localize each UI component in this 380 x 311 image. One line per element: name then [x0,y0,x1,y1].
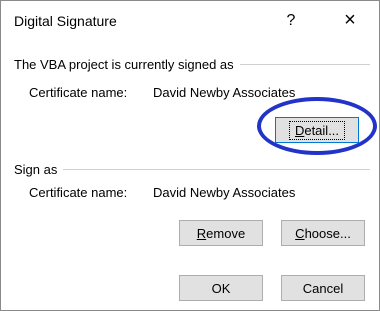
remove-button[interactable]: Remove [179,220,263,246]
sign-as-cert-label: Certificate name: [29,185,128,200]
help-button[interactable]: ? [281,9,301,33]
digital-signature-dialog: Digital Signature ? × The VBA project is… [0,0,380,311]
close-button[interactable]: × [337,7,363,33]
choose-button-label: Choose... [295,225,351,241]
dialog-title: Digital Signature [14,13,117,29]
sign-as-cert-value: David Newby Associates [153,185,296,200]
ok-button[interactable]: OK [179,275,263,301]
remove-button-label: Remove [196,225,246,241]
ok-button-label: OK [211,280,231,296]
detail-button-label: Detail... [288,120,346,140]
choose-button[interactable]: Choose... [281,220,365,246]
title-bar: Digital Signature ? × [1,1,379,41]
signed-group-label: The VBA project is currently signed as [14,56,234,72]
sign-as-group-label: Sign as [14,161,58,177]
sign-as-group-header: Sign as [14,160,370,178]
group-divider [63,168,370,170]
signed-group-header: The VBA project is currently signed as [14,55,370,73]
group-divider [239,63,370,65]
cancel-button[interactable]: Cancel [281,275,365,301]
cancel-button-label: Cancel [302,280,344,296]
signed-cert-value: David Newby Associates [153,85,296,100]
detail-button[interactable]: Detail... [275,117,359,143]
signed-cert-label: Certificate name: [29,85,128,100]
